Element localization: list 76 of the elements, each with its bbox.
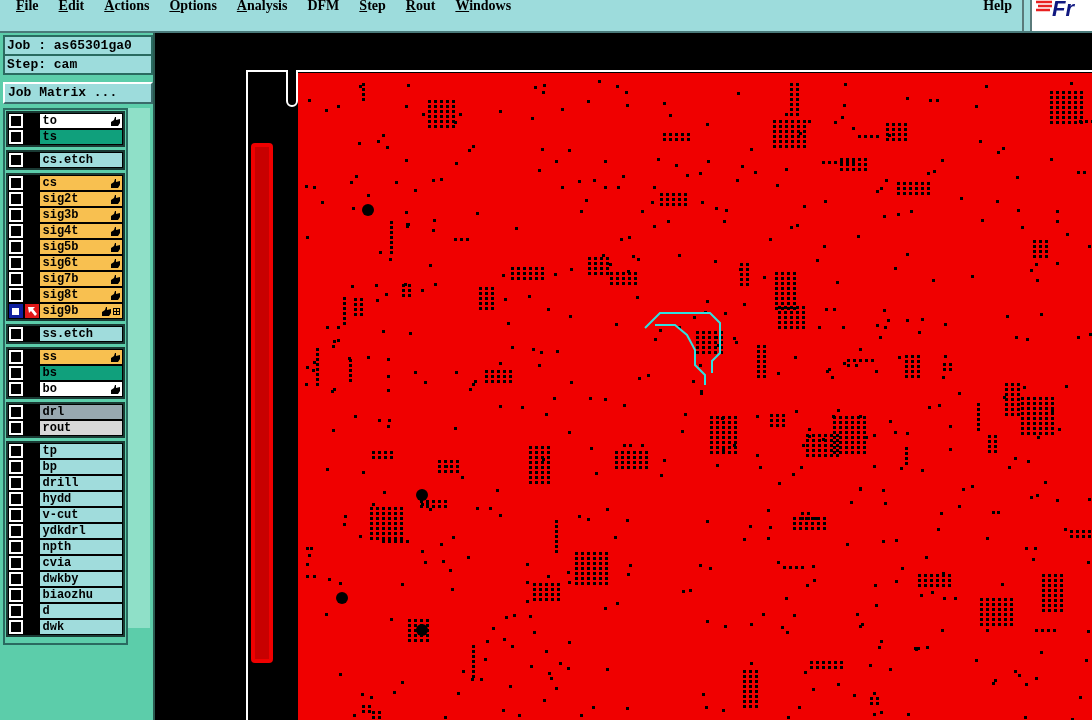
layer-checkbox[interactable] [9,524,23,538]
layer-checkbox[interactable] [9,604,23,618]
layer-name[interactable]: v-cut [40,508,122,522]
layer-name[interactable]: sig7b [40,272,122,286]
layer-checkbox[interactable] [9,240,23,254]
layer-checkbox[interactable] [9,304,23,318]
layer-checkbox[interactable] [9,540,23,554]
layer-checkbox[interactable] [9,476,23,490]
layer-name[interactable]: sig6t [40,256,122,270]
layer-checkbox[interactable] [9,588,23,602]
layer-name[interactable]: hydd [40,492,122,506]
layer-name[interactable]: dwk [40,620,122,634]
layer-name[interactable]: sig4t [40,224,122,238]
layer-name[interactable]: sig2t [40,192,122,206]
layer-checkbox[interactable] [9,114,23,128]
menu-item[interactable]: DFM [307,0,340,12]
layer-checkbox[interactable] [9,153,23,167]
layer-name[interactable]: to [40,114,122,128]
layer-name[interactable]: dwkby [40,572,122,586]
layer-name[interactable]: cs.etch [40,153,122,167]
layer-checkbox[interactable] [9,382,23,396]
layer-checkbox[interactable] [9,176,23,190]
layer-checkbox[interactable] [9,572,23,586]
layer-checkbox[interactable] [9,556,23,570]
layer-name[interactable]: ss [40,350,122,364]
job-matrix-button[interactable]: Job Matrix ... [3,82,153,104]
layer-checkbox[interactable] [9,288,23,302]
layer-checkbox[interactable] [9,192,23,206]
layer-checkbox[interactable] [9,224,23,238]
layer-name[interactable]: sig9b [40,304,122,318]
layer-name[interactable]: drill [40,476,122,490]
layer-checkbox[interactable] [9,327,23,341]
layer-checkbox[interactable] [9,350,23,364]
layer-name[interactable]: npth [40,540,122,554]
layer-name[interactable]: sig5b [40,240,122,254]
layer-checkbox[interactable] [9,366,23,380]
layer-name[interactable]: rout [40,421,122,435]
layer-name[interactable]: ts [40,130,122,144]
layer-checkbox[interactable] [9,272,23,286]
layer-name[interactable]: tp [40,444,122,458]
menu-item[interactable]: Step [359,0,386,12]
logo-speed-lines-icon [1036,0,1052,14]
step-name: Step: cam [6,56,79,73]
menu-item[interactable]: Options [169,0,217,12]
logo-text: Fr [1052,0,1074,18]
layer-checkbox[interactable] [9,256,23,270]
layer-name[interactable]: ydkdrl [40,524,122,538]
layer-name[interactable]: bo [40,382,122,396]
layer-checkbox[interactable] [9,444,23,458]
menu-item[interactable]: Rout [405,0,436,12]
layer-name[interactable]: ss.etch [40,327,122,341]
layer-checkbox[interactable] [9,421,23,435]
menu-item[interactable]: Analysis [236,0,288,12]
layer-name[interactable]: d [40,604,122,618]
layer-name[interactable]: bp [40,460,122,474]
layer-name[interactable]: biaozhu [40,588,122,602]
menu-item[interactable]: Windows [455,0,512,12]
layer-name[interactable]: bs [40,366,122,380]
layer-name[interactable]: drl [40,405,122,419]
layer-name[interactable]: sig3b [40,208,122,222]
layer-checkbox[interactable] [9,130,23,144]
layer-checkbox[interactable] [9,620,23,634]
arrow-cursor-icon [24,304,39,318]
help-menu[interactable]: Help [983,0,1022,12]
menu-item[interactable]: Edit [58,0,85,12]
menu-item[interactable]: File [16,0,39,12]
layer-name[interactable]: cs [40,176,122,190]
layer-checkbox[interactable] [9,492,23,506]
job-name: Job : as65301ga0 [5,37,151,56]
layer-checkbox[interactable] [9,405,23,419]
layer-name[interactable]: cvia [40,556,122,570]
menu-item[interactable]: Actions [104,0,150,12]
layer-checkbox[interactable] [9,508,23,522]
layer-checkbox[interactable] [9,460,23,474]
layer-name[interactable]: sig8t [40,288,122,302]
layer-checkbox[interactable] [9,208,23,222]
